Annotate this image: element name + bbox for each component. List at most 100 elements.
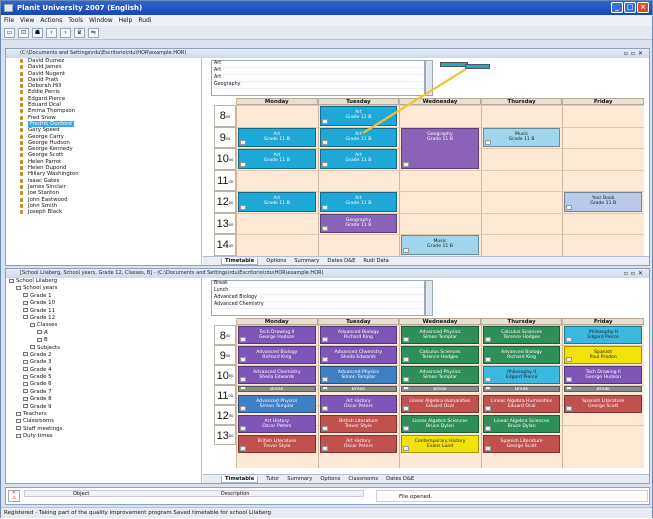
unplaced-lessons-list[interactable]: Art Art Art Geography bbox=[211, 60, 425, 96]
lesson-block[interactable]: Spanish Paul Pradon bbox=[564, 346, 642, 364]
lesson-block[interactable]: Break bbox=[319, 386, 398, 393]
lesson-block[interactable]: Advanced Physics Simon Templar bbox=[319, 366, 398, 384]
menu-item[interactable]: Window bbox=[89, 17, 113, 24]
lesson-block[interactable]: Break bbox=[401, 386, 479, 393]
lesson-block[interactable]: Advanced Chemistry Sheila Edwards bbox=[238, 366, 316, 384]
menu-item[interactable]: Help bbox=[119, 17, 133, 24]
lesson-block[interactable]: Break bbox=[564, 386, 642, 393]
tree-node[interactable]: Grade 4 bbox=[6, 367, 201, 374]
tree-node[interactable]: Grade 8 bbox=[6, 396, 201, 403]
lesson-block[interactable]: Art Grade 11 B bbox=[238, 127, 316, 147]
tree-node[interactable]: Grade 10 bbox=[6, 300, 201, 307]
lessons-scrollbar[interactable] bbox=[425, 60, 433, 96]
unplaced-lessons-list[interactable]: Break Lunch Advanced Biology Advanced Chemi… bbox=[211, 280, 425, 316]
tree-node[interactable]: Classrooms bbox=[6, 418, 201, 425]
tree-node[interactable]: Grade 1 bbox=[6, 293, 201, 300]
lesson-block[interactable]: Art History Oscar Peters bbox=[319, 395, 398, 413]
lesson-block[interactable]: Advanced Biology Richard King bbox=[238, 346, 316, 364]
tree-node[interactable]: Subjects bbox=[6, 345, 201, 352]
lesson-block[interactable]: Music Grade 11 B bbox=[401, 235, 479, 255]
toolbar-button[interactable]: ‹ bbox=[46, 28, 57, 38]
tab[interactable]: Rudi Data bbox=[363, 258, 388, 264]
lesson-block[interactable]: Linear Algebra Sciences Bruce Dylan bbox=[401, 415, 479, 433]
tree-node[interactable]: Classes bbox=[6, 322, 201, 329]
lessons-scrollbar[interactable] bbox=[425, 280, 433, 316]
lesson-block[interactable]: Break bbox=[482, 386, 561, 393]
lesson-block[interactable]: Linear Algebra Humanities Eduard Ocal bbox=[482, 395, 561, 413]
tree-node[interactable]: Grade 3 bbox=[6, 359, 201, 366]
tree-node[interactable]: B bbox=[6, 337, 201, 344]
lesson-block[interactable]: Calculus Sciences Terence Hodges bbox=[482, 326, 561, 344]
lesson-block[interactable]: Year Book Grade 11 B bbox=[564, 192, 642, 212]
menu-item[interactable]: Tools bbox=[68, 17, 83, 24]
lesson-block[interactable]: Linear Algebra Humanities Eduard Ocal bbox=[401, 395, 479, 413]
tree-node[interactable]: A bbox=[6, 330, 201, 337]
lesson-block[interactable]: Advanced Biology Richard King bbox=[319, 326, 398, 344]
tree-node[interactable]: Teachers bbox=[6, 411, 201, 418]
lesson-block[interactable]: Advanced Physics Simon Templar bbox=[401, 366, 479, 384]
tab[interactable]: Timetable bbox=[221, 258, 259, 265]
lesson-block[interactable]: British Literature Trevor Style bbox=[319, 415, 398, 433]
lesson-block[interactable]: Tech Drawing II George Hudson bbox=[564, 366, 642, 384]
lesson-block[interactable]: Advanced Physics Simon Templar bbox=[238, 395, 316, 413]
tab[interactable]: Dates D&E bbox=[386, 476, 414, 482]
lesson-block[interactable]: Art Grade 11 B bbox=[319, 127, 398, 147]
lesson-block[interactable]: Philosophy II Edgard Pierce bbox=[482, 366, 561, 384]
lesson-block[interactable]: Art Grade 11 B bbox=[238, 192, 316, 212]
tree-node[interactable]: Staff meetings bbox=[6, 426, 201, 433]
toolbar-button[interactable]: › bbox=[60, 28, 71, 38]
tab[interactable]: Options bbox=[266, 258, 286, 264]
tree-node[interactable]: Grade 7 bbox=[6, 389, 201, 396]
lesson-list-item[interactable]: Geography bbox=[214, 82, 424, 89]
tree-node[interactable]: Grade 2 bbox=[6, 352, 201, 359]
lesson-block[interactable]: Advanced Biology Richard King bbox=[482, 346, 561, 364]
tab[interactable]: Classrooms bbox=[348, 476, 378, 482]
lesson-block[interactable]: Philosophy II Edgard Pierce bbox=[564, 326, 642, 344]
lesson-list-item[interactable]: Art bbox=[214, 61, 424, 68]
lesson-block[interactable]: Art Grade 11 B bbox=[238, 149, 316, 169]
tree-node[interactable]: School Lilaberg bbox=[6, 278, 201, 285]
toolbar-button[interactable]: ☗ bbox=[32, 28, 43, 38]
panel-window-controls[interactable]: ▫▫✕ bbox=[624, 269, 646, 278]
timetable-grid[interactable]: Monday Tuesday Wednesday Thursday Friday 800 9… bbox=[214, 98, 644, 258]
lesson-block[interactable]: Linear Algebra Sciences Bruce Dylan bbox=[482, 415, 561, 433]
lesson-block[interactable]: Art History Oscar Peters bbox=[238, 415, 316, 433]
lesson-block[interactable]: Art History Oscar Peters bbox=[319, 435, 398, 453]
lesson-block[interactable]: Art Grade 11 B bbox=[319, 149, 398, 169]
maximize-button[interactable]: □ bbox=[624, 2, 636, 13]
lesson-block[interactable]: Art Grade 11 B bbox=[319, 192, 398, 212]
tab[interactable]: Summary bbox=[294, 258, 319, 264]
lesson-block[interactable]: Music Grade 11 B bbox=[482, 127, 561, 147]
minimize-button[interactable]: _ bbox=[611, 2, 623, 13]
lesson-block[interactable]: Advanced Chemistry Sheila Edwards bbox=[319, 346, 398, 364]
toolbar-button[interactable]: ♛ bbox=[74, 28, 85, 38]
tab[interactable]: Summary bbox=[287, 476, 312, 482]
tree-node[interactable]: Grade 5 bbox=[6, 374, 201, 381]
tree-node[interactable]: Grade 12 bbox=[6, 315, 201, 322]
lesson-list-item[interactable]: Art bbox=[214, 75, 424, 82]
lesson-block[interactable]: Geography Grade 11 B bbox=[401, 127, 479, 169]
school-tree[interactable]: School Lilaberg School years Grade 1 Grade … bbox=[6, 278, 202, 483]
lesson-list-item[interactable]: Break bbox=[214, 281, 424, 288]
lesson-block[interactable]: Spanish Literature George Scott bbox=[564, 395, 642, 413]
tab[interactable]: Timetable bbox=[221, 476, 259, 483]
tab[interactable]: Options bbox=[320, 476, 340, 482]
tree-node[interactable]: Grade 9 bbox=[6, 404, 201, 411]
lesson-list-item[interactable]: Advanced Chemistry bbox=[214, 302, 424, 309]
tab[interactable]: Dates D&E bbox=[327, 258, 355, 264]
teacher-list-item[interactable]: Joseph Black bbox=[6, 209, 201, 215]
dragged-lesson[interactable] bbox=[440, 62, 468, 67]
tree-node[interactable]: Grade 11 bbox=[6, 308, 201, 315]
lesson-block[interactable]: Advanced Physics Simon Templar bbox=[401, 326, 479, 344]
lesson-list-item[interactable]: Advanced Biology bbox=[214, 295, 424, 302]
lesson-block[interactable]: Calculus Sciences Terence Hodges bbox=[401, 346, 479, 364]
menu-item[interactable]: Actions bbox=[40, 17, 62, 24]
tree-node[interactable]: Duty times bbox=[6, 433, 201, 440]
lesson-block[interactable]: British Literature Trevor Style bbox=[238, 435, 316, 453]
lesson-block[interactable]: Spanish Literature George Scott bbox=[482, 435, 561, 453]
toolbar-button[interactable]: ⇋ bbox=[88, 28, 99, 38]
panel-window-controls[interactable]: ▫▫✕ bbox=[624, 49, 646, 58]
teacher-list[interactable]: David Dumez David James David Nugent David … bbox=[6, 58, 202, 265]
lesson-block[interactable]: Geography Grade 11 B bbox=[319, 213, 398, 233]
lesson-block[interactable]: Art Grade 11 B bbox=[319, 106, 398, 126]
